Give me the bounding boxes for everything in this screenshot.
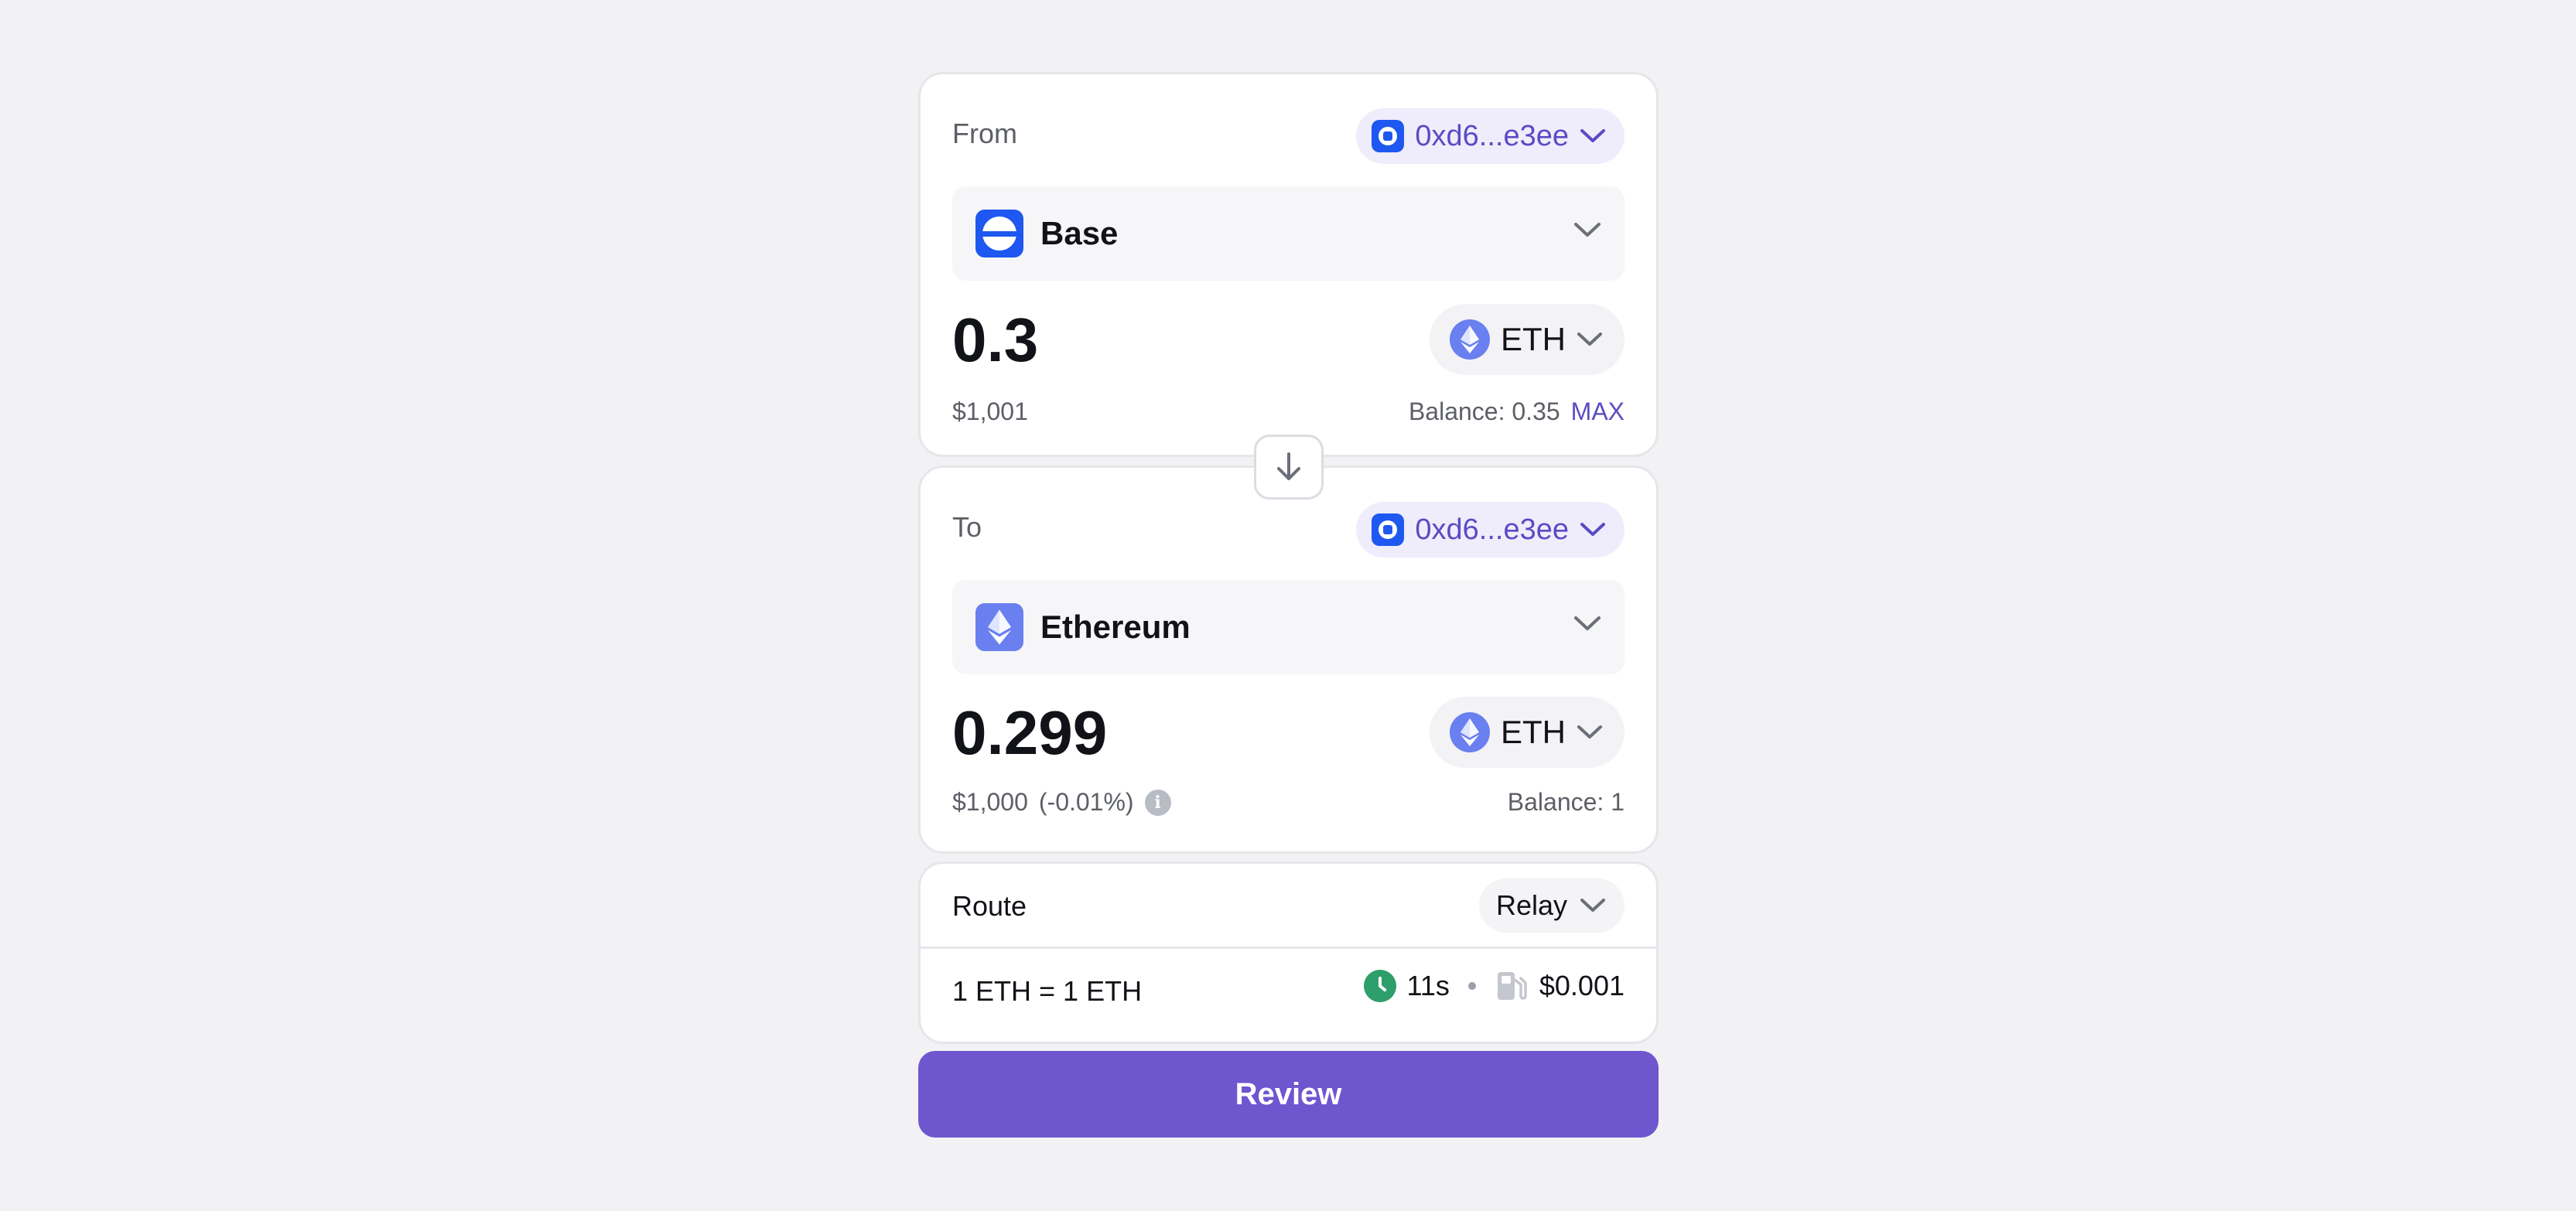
estimated-time: 11s bbox=[1406, 970, 1450, 1001]
info-icon[interactable]: i bbox=[1144, 789, 1171, 816]
route-label: Route bbox=[952, 890, 1027, 922]
to-balance-row: Balance: 1 bbox=[1508, 788, 1625, 817]
ethereum-logo-icon bbox=[975, 603, 1023, 651]
network-fee: $0.001 bbox=[1539, 970, 1625, 1001]
review-button[interactable]: Review bbox=[918, 1051, 1659, 1138]
arrow-down-icon bbox=[1277, 452, 1300, 480]
chevron-down-icon bbox=[1580, 129, 1605, 142]
from-chain-selector[interactable]: Base bbox=[952, 186, 1625, 281]
from-label: From bbox=[952, 118, 1017, 149]
price-impact: (-0.01%) bbox=[1038, 788, 1134, 816]
exchange-rate: 1 ETH = 1 ETH bbox=[952, 975, 1143, 1007]
from-balance: Balance: 0.35 bbox=[1408, 397, 1560, 425]
route-provider-selector[interactable]: Relay bbox=[1478, 878, 1625, 933]
to-label: To bbox=[952, 511, 982, 543]
from-wallet-selector[interactable]: 0xd6...e3ee bbox=[1356, 108, 1625, 164]
to-chain-selector[interactable]: Ethereum bbox=[952, 580, 1625, 674]
chevron-down-icon bbox=[1580, 523, 1605, 536]
from-chain-name: Base bbox=[1040, 215, 1119, 251]
route-header: Route Relay bbox=[921, 864, 1656, 949]
separator-dot bbox=[1467, 982, 1476, 990]
swap-direction-button[interactable] bbox=[1254, 435, 1324, 500]
chevron-down-icon bbox=[1580, 899, 1605, 912]
from-amount-input[interactable]: 0.3 bbox=[952, 305, 1038, 376]
route-provider-name: Relay bbox=[1495, 889, 1567, 921]
to-wallet-address: 0xd6...e3ee bbox=[1415, 513, 1569, 546]
chevron-down-icon bbox=[1577, 725, 1602, 739]
gas-pump-icon bbox=[1497, 972, 1527, 1000]
route-card: Route Relay 1 ETH = 1 ETH 11s $0.001 bbox=[918, 861, 1659, 1044]
to-balance: Balance: 1 bbox=[1507, 788, 1625, 816]
from-card: From 0xd6...e3ee Base 0.3 ETH $1,001 Bal… bbox=[918, 72, 1659, 457]
to-wallet-selector[interactable]: 0xd6...e3ee bbox=[1356, 502, 1625, 558]
from-wallet-address: 0xd6...e3ee bbox=[1415, 119, 1569, 152]
chevron-down-icon bbox=[1577, 333, 1602, 346]
route-details: 11s $0.001 bbox=[1363, 969, 1625, 1003]
wallet-icon bbox=[1372, 513, 1405, 546]
wallet-icon bbox=[1372, 120, 1405, 152]
chevron-down-icon bbox=[1574, 223, 1601, 237]
ethereum-logo-icon bbox=[1450, 712, 1490, 752]
to-token-selector[interactable]: ETH bbox=[1430, 697, 1625, 768]
base-logo-icon bbox=[975, 210, 1023, 258]
ethereum-logo-icon bbox=[1450, 319, 1490, 360]
to-token-symbol: ETH bbox=[1501, 714, 1566, 750]
max-button[interactable]: MAX bbox=[1571, 397, 1625, 426]
to-usd-value: $1,000 bbox=[952, 788, 1028, 816]
from-token-symbol: ETH bbox=[1501, 321, 1566, 357]
to-chain-name: Ethereum bbox=[1040, 609, 1191, 645]
from-usd-value: $1,001 bbox=[952, 397, 1028, 425]
clock-icon bbox=[1363, 970, 1396, 1002]
from-token-selector[interactable]: ETH bbox=[1430, 304, 1625, 375]
to-card: To 0xd6...e3ee Ethereum 0.299 ETH $1,000… bbox=[918, 466, 1659, 854]
from-balance-row: Balance: 0.35 MAX bbox=[1409, 397, 1625, 426]
from-usd-row: $1,001 bbox=[952, 397, 1028, 426]
chevron-down-icon bbox=[1574, 616, 1601, 630]
to-amount-output: 0.299 bbox=[952, 698, 1108, 767]
to-usd-row: $1,000 (-0.01%) i bbox=[952, 788, 1171, 817]
